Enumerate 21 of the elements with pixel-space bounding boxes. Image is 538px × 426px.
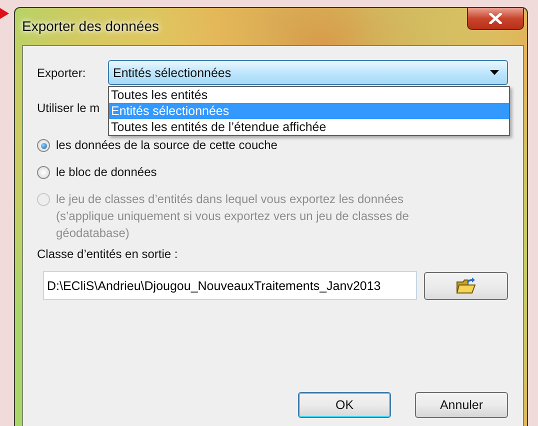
radio-button[interactable] — [37, 139, 50, 152]
export-label: Exporter: — [37, 66, 87, 80]
radio-label: le bloc de données — [56, 164, 157, 181]
output-path-field[interactable]: D:\ECliS\Andrieu\Djougou_NouveauxTraitements_Janv2013 — [43, 271, 418, 300]
dialog-button[interactable]: Annuler — [415, 392, 508, 418]
radio-label: le jeu de classes d’entités dans lequel vous exportez les données (s’applique uniquement si vous exportez vers un jeu de classes de géodatabase) — [56, 191, 410, 242]
close-icon — [489, 13, 502, 24]
dialog-button[interactable]: OK — [298, 392, 391, 418]
close-button[interactable] — [467, 8, 524, 30]
dropdown-option[interactable]: Toutes les entités — [109, 87, 509, 103]
radio-label: les données de la source de cette couche — [56, 137, 278, 154]
section-label: Utiliser le m — [37, 100, 100, 116]
window-title: Exporter des données — [22, 18, 159, 34]
dropdown-option[interactable]: Toutes les entités de l’étendue affichée — [109, 119, 509, 135]
arrow-icon — [0, 8, 9, 19]
output-label: Classe d’entités en sortie : — [37, 246, 179, 263]
caret-icon — [490, 70, 499, 75]
export-dropdown[interactable]: Entités sélectionnées — [108, 60, 508, 85]
browse-button[interactable] — [424, 272, 508, 300]
folder-icon — [456, 276, 476, 294]
radio-button[interactable] — [37, 166, 50, 179]
